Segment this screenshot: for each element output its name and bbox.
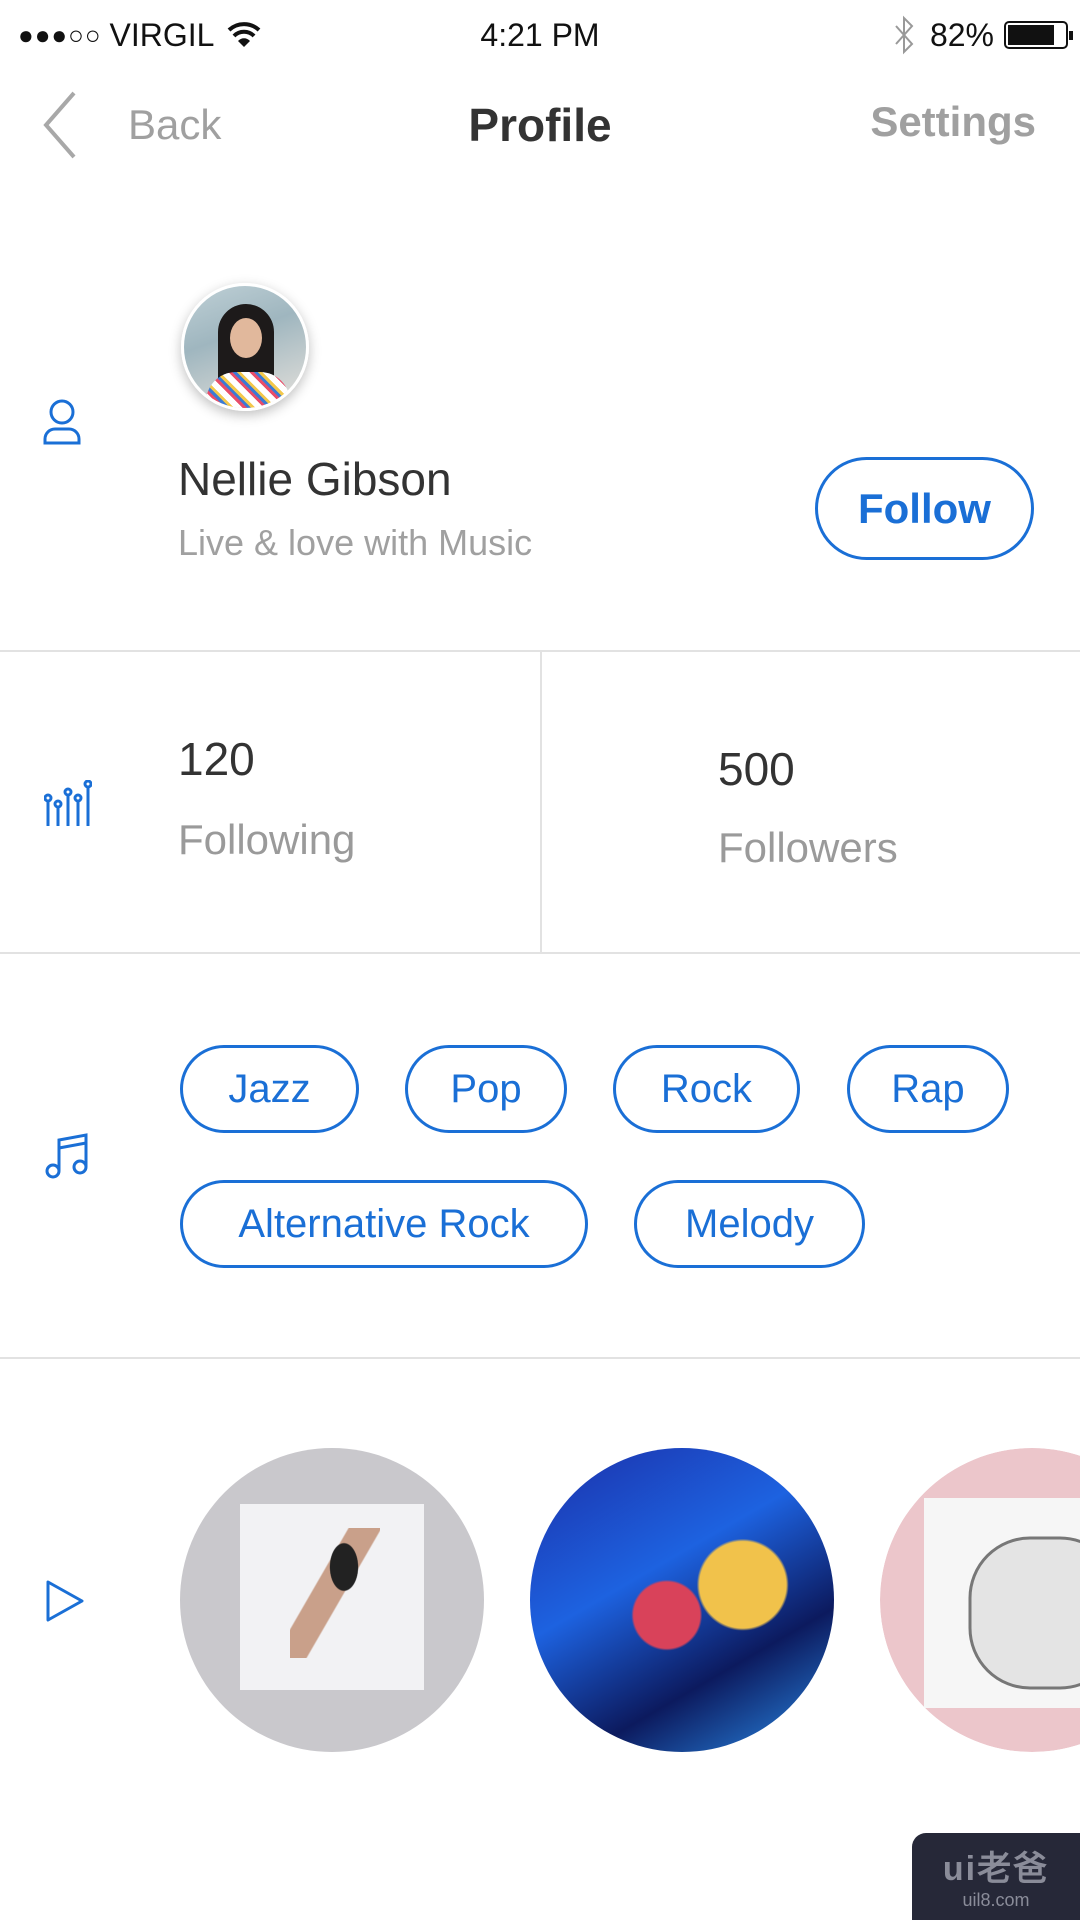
chevron-left-icon [43, 91, 76, 159]
divider [0, 952, 1080, 954]
album-cover-nicki-minaj[interactable] [180, 1448, 484, 1752]
signal-icon: ●●●○○ [18, 19, 102, 50]
battery-icon [1004, 21, 1073, 49]
user-icon [43, 399, 81, 445]
carrier: VIRGIL [109, 16, 215, 53]
back-button[interactable]: Back [40, 90, 221, 160]
status-left: ●●●○○ VIRGIL [18, 10, 262, 60]
genre-chip-rock[interactable]: Rock [613, 1045, 800, 1133]
play-icon [46, 1580, 84, 1622]
wifi-icon [228, 22, 261, 47]
followers-count: 500 [718, 743, 795, 795]
following-count: 120 [178, 733, 255, 785]
genre-chip-pop[interactable]: Pop [405, 1045, 567, 1133]
battery-percent: 82% [929, 16, 994, 53]
album-cover-lorde[interactable] [530, 1448, 834, 1752]
watermark-logo: ui老爸 uil8.com [912, 1833, 1080, 1920]
genre-chip-jazz[interactable]: Jazz [180, 1045, 359, 1133]
stats-divider [540, 651, 542, 953]
following-label: Following [178, 816, 356, 863]
status-right: 82% [892, 10, 1073, 60]
avatar[interactable] [181, 283, 309, 411]
following-stat[interactable]: 120 Following [150, 700, 530, 900]
divider [0, 1357, 1080, 1359]
followers-label: Followers [718, 824, 898, 871]
followers-stat[interactable]: 500 Followers [700, 700, 1070, 900]
profile-tagline: Live & love with Music [178, 522, 533, 563]
profile-name: Nellie Gibson [178, 453, 452, 505]
genre-chip-rap[interactable]: Rap [847, 1045, 1009, 1133]
back-label: Back [128, 101, 222, 148]
follow-button[interactable]: Follow [815, 457, 1034, 560]
music-note-icon [45, 1133, 88, 1179]
album-cover-katy-perry[interactable] [880, 1448, 1080, 1752]
bluetooth-icon [895, 15, 914, 55]
genre-chip-alternative-rock[interactable]: Alternative Rock [180, 1180, 588, 1268]
genre-chip-melody[interactable]: Melody [634, 1180, 865, 1268]
settings-button[interactable]: Settings [870, 98, 1036, 146]
stats-icon [44, 780, 92, 826]
